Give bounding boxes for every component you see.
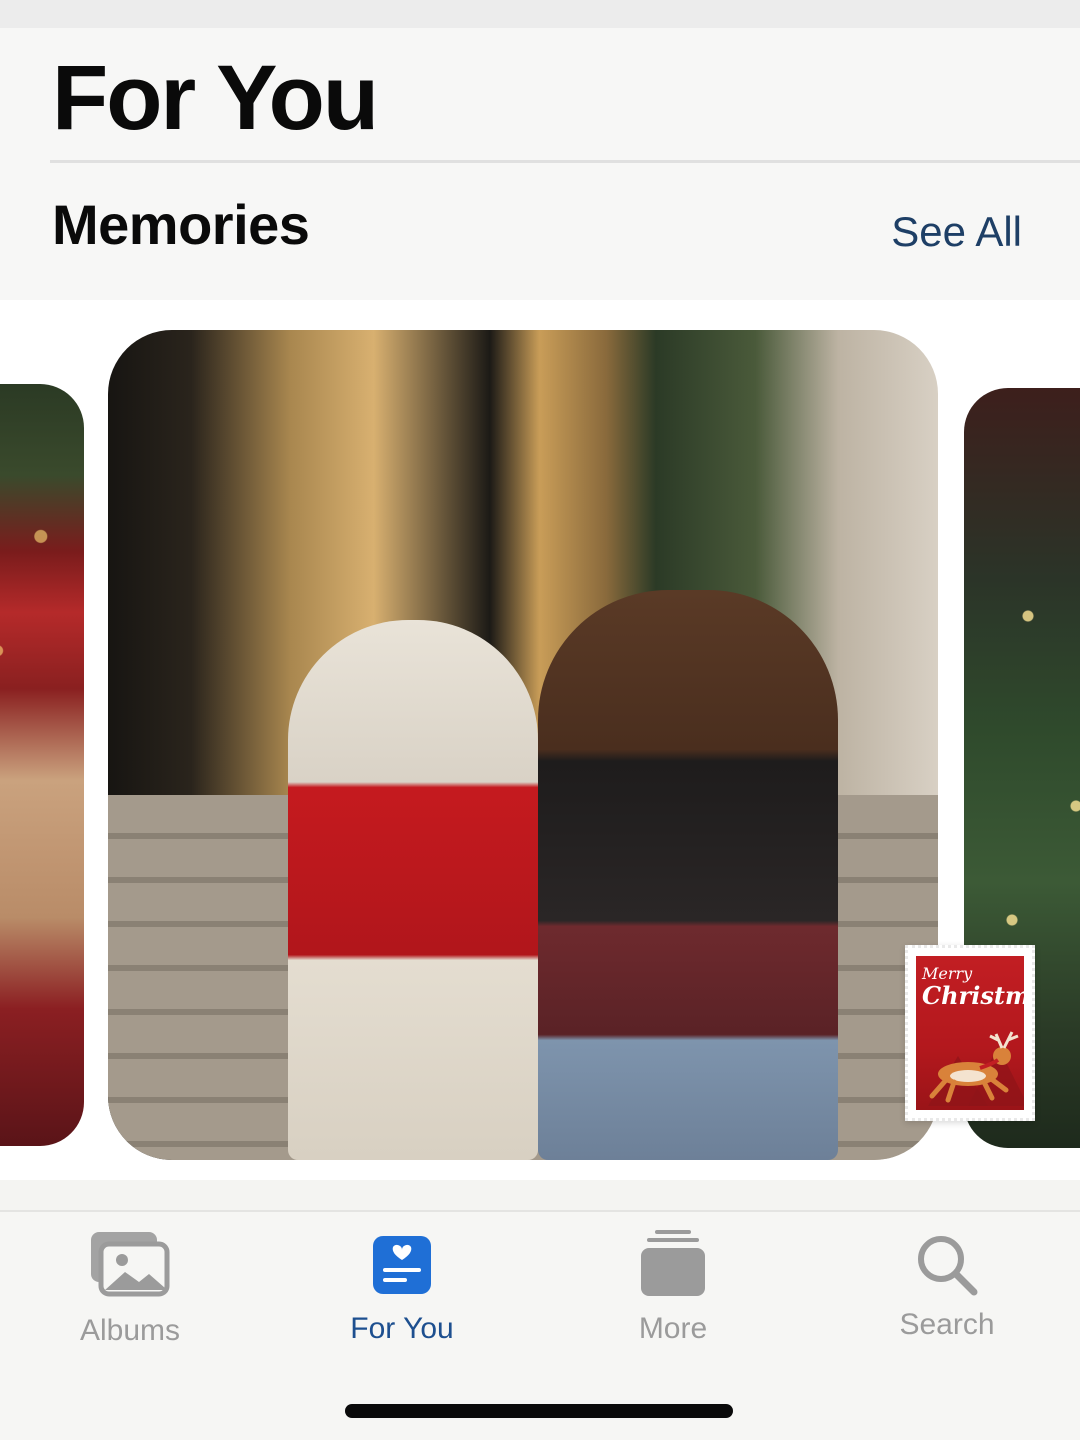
stamp-text-line2: Christmas xyxy=(922,980,1024,1010)
for-you-icon xyxy=(373,1236,431,1294)
page-title: For You xyxy=(52,47,379,149)
tab-for-you-label: For You xyxy=(350,1312,454,1345)
albums-icon xyxy=(91,1232,170,1297)
tab-search-label: Search xyxy=(899,1308,995,1341)
memory-card-previous[interactable] xyxy=(0,384,84,1146)
memory-card-featured[interactable] xyxy=(108,330,938,1160)
photo-person-right xyxy=(538,590,838,1160)
memories-section-title: Memories xyxy=(52,193,310,256)
header-divider xyxy=(50,160,1080,163)
search-icon xyxy=(918,1236,978,1296)
reindeer-icon xyxy=(928,1031,1024,1106)
tab-more[interactable]: More xyxy=(563,1212,783,1362)
page-header: For You Memories See All xyxy=(0,28,1080,300)
christmas-stamp-sticker: Merry Christmas xyxy=(905,945,1035,1121)
tab-more-label: More xyxy=(638,1312,708,1345)
tab-for-you[interactable]: For You xyxy=(292,1212,512,1362)
tab-search[interactable]: Search xyxy=(837,1212,1057,1362)
status-strip xyxy=(0,0,1080,28)
see-all-link[interactable]: See All xyxy=(891,208,1022,256)
memories-carousel[interactable]: Merry Christmas xyxy=(0,300,1080,1180)
stamp-artwork: Merry Christmas xyxy=(916,956,1024,1110)
home-indicator[interactable] xyxy=(345,1404,733,1418)
photo-person-left xyxy=(288,620,538,1160)
tab-albums[interactable]: Albums xyxy=(20,1212,240,1362)
more-stack-icon xyxy=(641,1230,705,1296)
stamp-text: Merry Christmas xyxy=(922,965,1024,1010)
tab-albums-label: Albums xyxy=(79,1314,181,1347)
